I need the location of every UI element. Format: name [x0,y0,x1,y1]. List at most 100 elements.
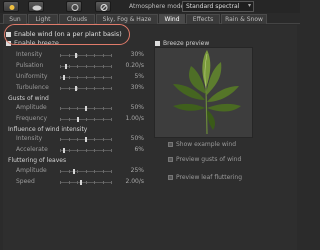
influence-intensity-label: Intensity [16,135,43,142]
flutter-speed-slider[interactable] [60,180,112,185]
slider-tick [111,149,112,152]
uniformity-value: 5% [134,73,144,80]
gusts-header: Gusts of wind [8,95,49,102]
accelerate-slider[interactable] [60,148,112,153]
tab-wind[interactable]: Wind [159,14,185,24]
slider-thumb[interactable] [63,148,65,153]
atmosphere-label: Atmosphere model: [129,3,188,10]
slider-tick [60,170,61,173]
slider-tick [111,54,112,57]
slider-thumb[interactable] [73,169,75,174]
slider-thumb[interactable] [85,137,87,142]
slider-tick [60,107,61,110]
slider-tick [77,138,78,141]
slider-tick [69,170,70,173]
preview-gusts-option[interactable]: Preview gusts of wind [168,156,241,163]
gust-amplitude-slider[interactable] [60,106,112,111]
gust-frequency-label: Frequency [16,115,47,122]
slider-tick [77,149,78,152]
tab-rain-snow[interactable]: Rain & Snow [221,14,267,24]
slider-tick [77,87,78,90]
slider-tick [111,87,112,90]
atmosphere-select[interactable]: Standard spectral ▾ [182,1,254,12]
show-example-wind-option[interactable]: Show example wind [168,141,236,148]
slider-tick [94,65,95,68]
tab-effects[interactable]: Effects [186,14,220,24]
tab-sun[interactable]: Sun [3,14,27,24]
slider-tick [103,138,104,141]
slider-tick [111,107,112,110]
checkbox-box [168,142,173,147]
slider-tick [60,54,61,57]
turbulence-slider[interactable] [60,86,112,91]
slider-tick [103,87,104,90]
slider-tick [103,65,104,68]
slider-tick [69,149,70,152]
accelerate-value: 6% [134,146,144,153]
plant-image [173,50,241,135]
tab-clouds[interactable]: Clouds [59,14,95,24]
uniformity-label: Uniformity [16,73,48,80]
flutter-amplitude-value: 25% [130,167,144,174]
flutter-speed-label: Speed [16,178,35,185]
slider-tick [60,87,61,90]
influence-intensity-slider[interactable] [60,137,112,142]
gust-amplitude-value: 50% [130,104,144,111]
gust-frequency-value: 1.00/s [125,115,144,122]
slider-tick [77,170,78,173]
influence-intensity-value: 50% [130,135,144,142]
slider-thumb[interactable] [77,117,79,122]
slider-thumb[interactable] [63,75,65,80]
slider-tick [86,87,87,90]
slider-tick [103,118,104,121]
breeze-preview-label: Breeze preview [155,40,209,47]
tab-sky-fog-haze[interactable]: Sky, Fog & Haze [96,14,158,24]
breeze-preview-viewport [154,47,253,138]
toolbar: Atmosphere model: Standard spectral ▾ [0,0,300,13]
uniformity-slider[interactable] [60,75,112,80]
slider-tick [111,65,112,68]
slider-tick [69,138,70,141]
slider-thumb[interactable] [85,106,87,111]
slider-tick [94,87,95,90]
slider-tick [86,118,87,121]
turbulence-value: 30% [130,84,144,91]
lens-icon[interactable] [66,1,82,12]
turbulence-label: Turbulence [16,84,49,91]
slider-tick [94,138,95,141]
intensity-slider[interactable] [60,53,112,58]
disabled-icon[interactable] [95,1,111,12]
sun-icon[interactable] [3,1,19,12]
slider-tick [60,76,61,79]
pulsation-value: 0.20/s [125,62,144,69]
tab-bar: Sun Light Clouds Sky, Fog & Haze Wind Ef… [0,13,300,24]
intensity-label: Intensity [16,51,43,58]
pulsation-label: Pulsation [16,62,44,69]
gust-frequency-slider[interactable] [60,117,112,122]
slider-thumb[interactable] [80,180,82,185]
slider-thumb[interactable] [75,86,77,91]
slider-tick [103,76,104,79]
pulsation-slider[interactable] [60,64,112,69]
slider-tick [86,65,87,68]
slider-tick [60,65,61,68]
slider-tick [86,149,87,152]
slider-tick [86,54,87,57]
slider-tick [69,107,70,110]
slider-tick [111,181,112,184]
slider-thumb[interactable] [65,64,67,69]
slider-tick [103,107,104,110]
slider-tick [94,170,95,173]
gust-amplitude-label: Amplitude [16,104,47,111]
slider-thumb[interactable] [75,53,77,58]
flutter-amplitude-slider[interactable] [60,169,112,174]
checkbox-box [155,41,160,46]
slider-tick [86,170,87,173]
slider-tick [77,107,78,110]
preview-leaf-fluttering-option[interactable]: Preview leaf fluttering [168,174,242,181]
slider-tick [94,181,95,184]
slider-tick [77,54,78,57]
tab-light[interactable]: Light [28,14,58,24]
slider-tick [111,170,112,173]
cloud-icon[interactable] [28,1,44,12]
